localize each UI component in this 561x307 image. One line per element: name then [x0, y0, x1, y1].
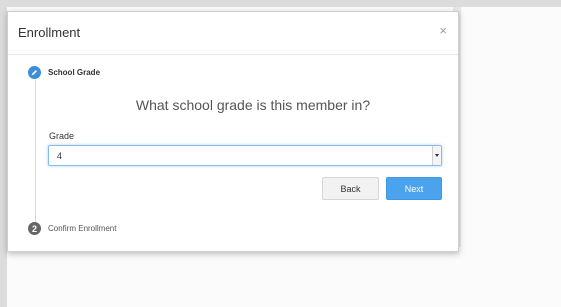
pencil-icon: [28, 66, 41, 79]
step-label-confirm-enrollment: Confirm Enrollment: [48, 224, 117, 233]
back-button[interactable]: Back: [322, 177, 379, 200]
grade-selected-value: 4: [57, 151, 63, 161]
step-number-badge: 2: [28, 222, 41, 235]
enrollment-modal: Enrollment × School Grade What school gr…: [7, 11, 459, 252]
chevron-down-icon[interactable]: [432, 146, 441, 165]
step-label-school-grade: School Grade: [48, 68, 101, 77]
next-button[interactable]: Next: [386, 177, 442, 200]
modal-header: Enrollment ×: [8, 12, 458, 55]
close-button[interactable]: ×: [439, 24, 447, 37]
grade-question: What school grade is this member in?: [135, 97, 371, 113]
modal-title: Enrollment: [18, 25, 81, 40]
grade-select[interactable]: 4: [48, 145, 442, 166]
grade-field-label: Grade: [49, 131, 75, 141]
